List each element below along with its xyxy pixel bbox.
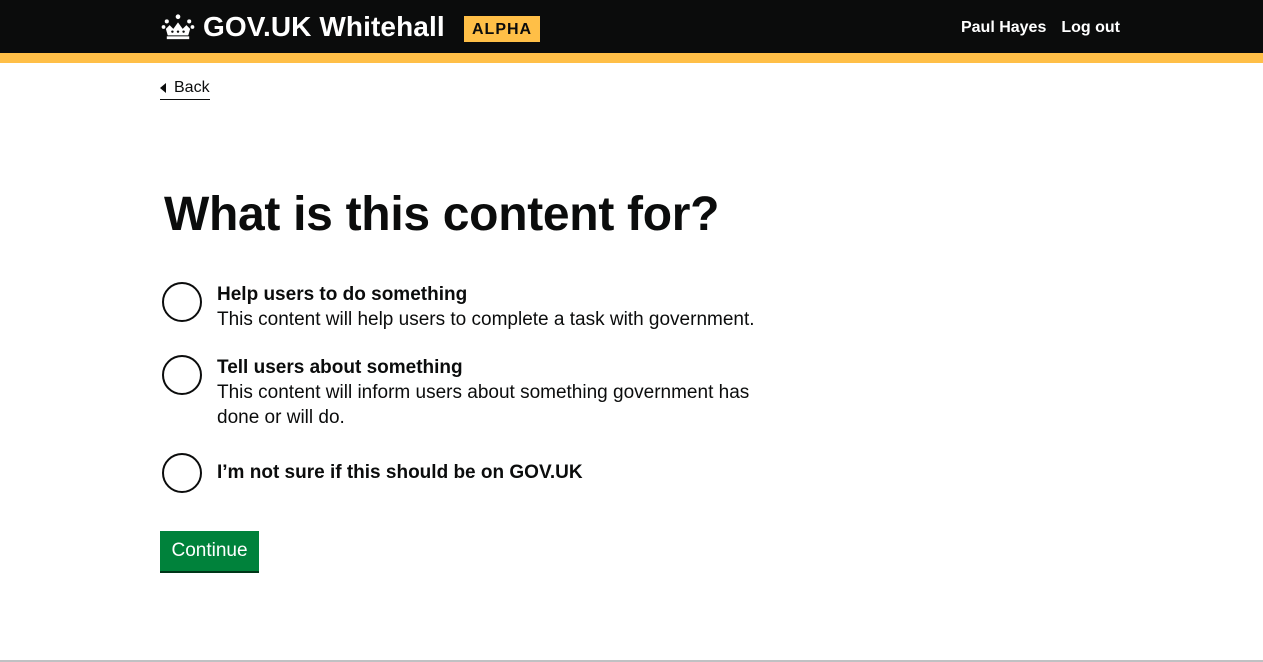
radio-option-help-users[interactable]: Help users to do something This content … [160,282,780,332]
back-arrow-icon [160,83,166,93]
radio-label[interactable]: Tell users about something [217,355,757,380]
back-link[interactable]: Back [160,78,210,100]
phase-tag: ALPHA [464,16,541,42]
radio-option-tell-users[interactable]: Tell users about something This content … [160,355,780,430]
site-header: GOV.UK Whitehall ALPHA Paul Hayes Log ou… [0,0,1263,53]
radio-button[interactable] [162,282,202,322]
user-name-link[interactable]: Paul Hayes [961,18,1046,38]
logout-link[interactable]: Log out [1061,18,1120,38]
radio-button[interactable] [162,453,202,493]
radio-label[interactable]: Help users to do something [217,282,757,307]
radio-hint: This content will inform users about som… [217,382,750,428]
user-nav: Paul Hayes Log out [961,18,1120,38]
radio-label[interactable]: I’m not sure if this should be on GOV.UK [217,460,583,485]
radio-option-not-sure[interactable]: I’m not sure if this should be on GOV.UK [160,453,780,493]
radio-text: I’m not sure if this should be on GOV.UK [217,453,583,493]
crown-icon [161,14,195,40]
service-name: GOV.UK Whitehall [203,11,445,42]
back-link-label: Back [174,79,210,96]
radio-text: Help users to do something This content … [217,282,757,332]
header-accent-stripe [0,53,1263,63]
govuk-logo-link[interactable]: GOV.UK Whitehall [160,10,445,44]
page-title: What is this content for? [164,188,720,241]
radio-text: Tell users about something This content … [217,355,757,430]
continue-button[interactable]: Continue [160,531,259,571]
radio-button[interactable] [162,355,202,395]
radio-hint: This content will help users to complete… [217,309,755,330]
